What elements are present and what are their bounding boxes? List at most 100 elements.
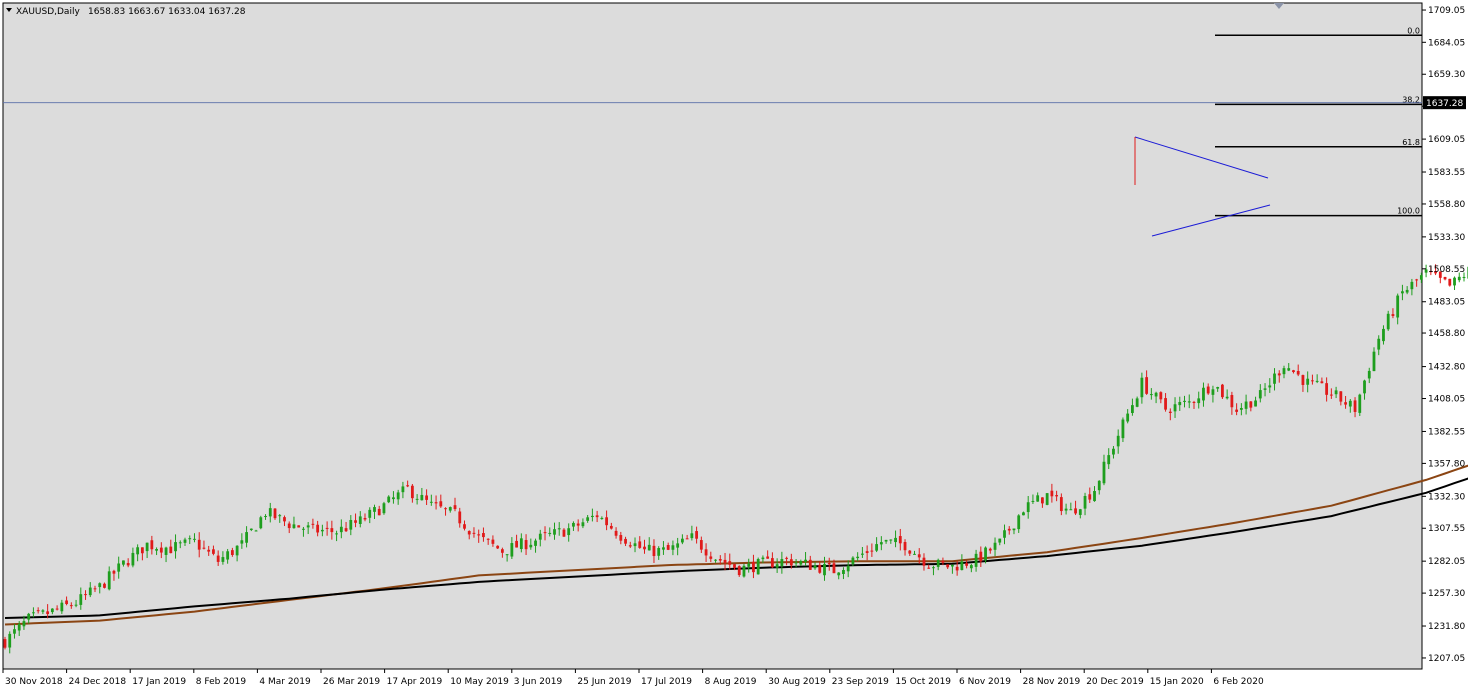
candle-body xyxy=(576,523,580,526)
candle-body xyxy=(984,547,987,561)
candle-body xyxy=(420,494,424,501)
candle-body xyxy=(207,549,211,552)
candle-body xyxy=(302,528,305,530)
candle-body xyxy=(17,623,21,631)
candle-body xyxy=(1149,394,1153,396)
candle-body xyxy=(538,533,542,540)
candle-body xyxy=(1183,400,1186,402)
candle-body xyxy=(1344,402,1347,405)
price-tick-label: 1458.80 xyxy=(1428,329,1465,339)
candle-body xyxy=(775,564,779,568)
candle-body xyxy=(1263,388,1267,390)
candle-body xyxy=(1206,386,1210,394)
candle-body xyxy=(1107,455,1111,465)
candle-body xyxy=(917,554,921,558)
candle-body xyxy=(690,533,694,539)
candle-body xyxy=(429,501,433,503)
time-tick-label: 17 Jul 2019 xyxy=(641,677,692,687)
candle-body xyxy=(747,563,751,567)
candle-body xyxy=(401,486,405,493)
candle-body xyxy=(472,532,476,534)
candle-body xyxy=(647,544,651,551)
candle-body xyxy=(1301,375,1305,385)
candle-body xyxy=(1069,509,1073,511)
candle-body xyxy=(136,547,140,555)
candle-body xyxy=(638,541,642,548)
candle-body xyxy=(671,545,675,550)
candle-body xyxy=(922,557,926,566)
candle-body xyxy=(292,524,296,529)
price-tick-label: 1508.55 xyxy=(1428,265,1465,275)
candle-body xyxy=(898,536,902,544)
time-tick-label: 4 Mar 2019 xyxy=(259,677,311,687)
price-tick-label: 1558.80 xyxy=(1428,200,1465,210)
candle-body xyxy=(1448,278,1452,286)
candle-body xyxy=(519,538,523,550)
candle-body xyxy=(534,540,537,546)
candle-body xyxy=(1050,490,1054,497)
candle-body xyxy=(278,515,282,517)
candle-body xyxy=(316,524,320,533)
candle-body xyxy=(951,564,954,567)
price-chart[interactable]: 0.038.261.8100.0 1709.051684.051659.3016… xyxy=(0,0,1468,692)
candle-body xyxy=(55,608,59,610)
candle-body xyxy=(1097,480,1101,491)
candle-body xyxy=(1164,398,1167,410)
candle-body xyxy=(463,524,466,529)
candle-body xyxy=(969,565,973,569)
price-tick-label: 1609.05 xyxy=(1428,135,1465,145)
candle-body xyxy=(1093,491,1096,502)
price-tick-label: 1659.30 xyxy=(1428,70,1465,80)
candle-body xyxy=(122,560,125,565)
candle-body xyxy=(264,516,267,518)
candle-body xyxy=(1339,391,1343,402)
candle-body xyxy=(1419,275,1423,280)
candle-body xyxy=(1292,370,1295,373)
time-tick-label: 30 Aug 2019 xyxy=(768,677,826,687)
candle-body xyxy=(605,517,608,526)
price-tick-label: 1408.05 xyxy=(1428,395,1465,405)
candle-body xyxy=(79,594,83,605)
candle-body xyxy=(1131,405,1134,414)
candle-body xyxy=(434,502,438,504)
current-price-marker: 1637.28 xyxy=(1423,96,1466,110)
candle-body xyxy=(453,505,457,510)
candle-body xyxy=(808,559,812,570)
candle-body xyxy=(1187,401,1191,403)
candle-body xyxy=(1453,277,1456,286)
candle-body xyxy=(572,522,575,527)
candle-body xyxy=(676,543,680,548)
time-tick-label: 15 Jan 2020 xyxy=(1150,677,1204,687)
price-tick-label: 1257.30 xyxy=(1428,589,1465,599)
candle-body xyxy=(46,611,50,615)
candle-body xyxy=(955,566,959,571)
candle-body xyxy=(1254,400,1257,407)
candle-body xyxy=(467,531,471,535)
candle-body xyxy=(548,532,552,534)
candle-body xyxy=(60,602,64,612)
candle-body xyxy=(140,547,144,554)
candle-body xyxy=(297,525,301,528)
candle-body xyxy=(1277,373,1281,376)
candle-body xyxy=(1391,314,1395,316)
candle-body xyxy=(680,538,684,543)
candle-body xyxy=(908,550,912,554)
candle-body xyxy=(458,511,462,524)
candle-body xyxy=(1325,383,1329,395)
candle-body xyxy=(590,515,594,518)
candle-body xyxy=(946,564,950,568)
candle-body xyxy=(1041,497,1044,504)
candle-body xyxy=(856,556,860,559)
candle-body xyxy=(1112,448,1115,455)
time-tick-label: 28 Nov 2019 xyxy=(1023,677,1081,687)
candle-body xyxy=(216,555,220,562)
candle-body xyxy=(1221,384,1224,398)
price-tick-label: 1583.55 xyxy=(1428,168,1465,178)
time-tick-label: 15 Oct 2019 xyxy=(895,677,951,687)
candle-body xyxy=(865,551,869,553)
candle-body xyxy=(780,559,784,566)
candle-body xyxy=(387,496,391,503)
candle-body xyxy=(1012,528,1016,531)
time-tick-label: 25 Jun 2019 xyxy=(577,677,631,687)
candle-body xyxy=(1462,276,1466,278)
